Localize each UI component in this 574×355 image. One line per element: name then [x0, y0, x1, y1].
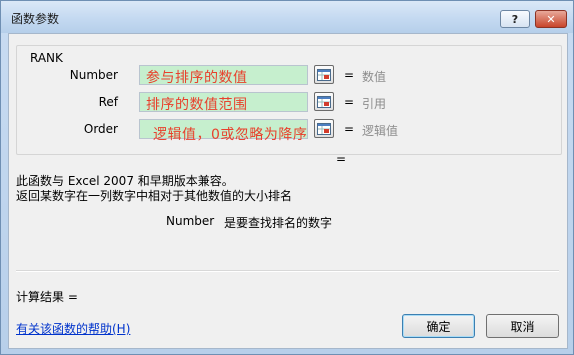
title-bar[interactable]: 函数参数 ? ✕	[1, 1, 573, 33]
arg-label-number: Number	[69, 68, 118, 82]
calc-result-label: 计算结果 =	[16, 290, 78, 304]
collapse-dialog-button-number[interactable]	[314, 65, 334, 84]
help-button[interactable]: ?	[500, 10, 530, 28]
current-arg-name: Number	[166, 214, 215, 228]
range-select-icon	[317, 68, 331, 81]
function-description: 返回某数字在一列数字中相对于其他数值的大小排名	[16, 189, 293, 203]
current-arg-description: 是要查找排名的数字	[224, 216, 333, 230]
function-name: RANK	[30, 51, 63, 65]
function-help-link[interactable]: 有关该函数的帮助(H)	[16, 320, 130, 337]
cancel-button[interactable]: 取消	[486, 314, 559, 338]
arg-hint-order: 逻辑值	[362, 124, 399, 138]
divider	[16, 270, 559, 272]
eq-order: =	[344, 122, 355, 136]
eq-number: =	[344, 68, 355, 82]
collapse-dialog-button-ref[interactable]	[314, 92, 334, 111]
function-arguments-dialog: 函数参数 ? ✕ RANK Number 参与排序的数值 = 数值 Ref 排序…	[0, 0, 574, 355]
arg-label-order: Order	[83, 122, 118, 136]
range-select-icon	[317, 122, 331, 135]
close-button[interactable]: ✕	[535, 10, 567, 28]
arg-input-ref[interactable]: 排序的数值范围	[139, 92, 308, 113]
arg-value-number: 参与排序的数值	[146, 70, 248, 86]
collapse-dialog-button-order[interactable]	[314, 119, 334, 138]
arg-value-ref: 排序的数值范围	[146, 97, 248, 113]
eq-ref: =	[344, 95, 355, 109]
formula-result-eq: =	[336, 152, 347, 166]
range-select-icon	[317, 95, 331, 108]
arguments-group: RANK Number 参与排序的数值 = 数值 Ref 排序的数值范围 = 引…	[16, 45, 562, 155]
arg-hint-ref: 引用	[362, 97, 387, 111]
arg-input-number[interactable]: 参与排序的数值	[139, 65, 308, 86]
arg-label-ref: Ref	[98, 95, 118, 109]
ok-button[interactable]: 确定	[402, 314, 475, 338]
dialog-title: 函数参数	[11, 12, 60, 26]
arg-hint-number: 数值	[362, 70, 387, 84]
arg-value-order: 逻辑值，0或忽略为降序	[153, 127, 308, 143]
arg-input-order[interactable]: 逻辑值，0或忽略为降序	[139, 119, 308, 143]
dialog-body: RANK Number 参与排序的数值 = 数值 Ref 排序的数值范围 = 引…	[8, 33, 568, 349]
